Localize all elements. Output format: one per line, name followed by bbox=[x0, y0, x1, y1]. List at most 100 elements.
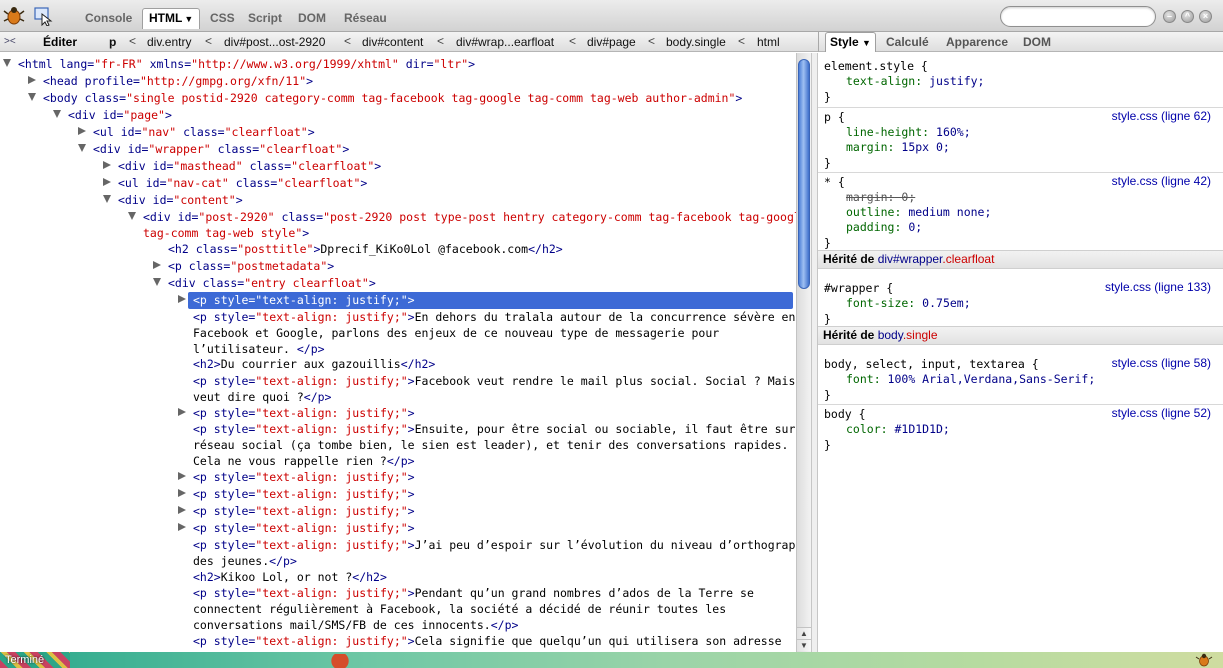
css-property[interactable]: font-size: 0.75em; bbox=[824, 296, 1219, 311]
inherited-element-link[interactable]: body bbox=[878, 328, 903, 342]
expand-twisty-icon[interactable] bbox=[178, 523, 186, 531]
dom-node-row[interactable]: <div id="masthead" class="clearfloat"> bbox=[0, 158, 796, 175]
collapse-twisty-icon[interactable] bbox=[53, 110, 61, 118]
html-panel-scrollbar[interactable]: ▲ ▼ bbox=[796, 53, 811, 652]
css-rule: p {style.css (ligne 62) line-height: 160%… bbox=[824, 109, 1219, 171]
panel-splitter[interactable] bbox=[811, 53, 818, 652]
firebug-status-icon[interactable] bbox=[1195, 653, 1213, 667]
expand-twisty-icon[interactable] bbox=[28, 76, 36, 84]
expand-twisty-icon[interactable] bbox=[178, 489, 186, 497]
tab-reseau[interactable]: Réseau bbox=[344, 9, 387, 27]
dom-node-row[interactable]: <p style="text-align: justify;"> bbox=[0, 405, 796, 422]
dom-node-row[interactable]: <p class="postmetadata"> bbox=[0, 258, 796, 275]
dom-node-row[interactable]: <p style="text-align: justify;"> bbox=[0, 469, 796, 486]
tab-console[interactable]: Console bbox=[85, 9, 132, 27]
tab-calcule[interactable]: Calculé bbox=[886, 34, 929, 50]
expand-twisty-icon[interactable] bbox=[153, 261, 161, 269]
dom-node-row[interactable]: <p style="text-align: justify;"> bbox=[0, 520, 796, 537]
dom-node-row[interactable]: <body class="single postid-2920 category… bbox=[0, 90, 796, 107]
search-input[interactable] bbox=[1000, 6, 1156, 27]
css-property[interactable]: margin: 0; bbox=[824, 190, 1219, 205]
css-property[interactable]: text-align: justify; bbox=[824, 74, 1219, 89]
css-source-link[interactable]: style.css (ligne 42) bbox=[1112, 174, 1211, 188]
minimize-button[interactable]: – bbox=[1163, 10, 1176, 23]
scroll-down-arrow[interactable]: ▼ bbox=[797, 639, 811, 651]
dom-node-row[interactable]: <p style="text-align: justify;">Facebook… bbox=[0, 373, 796, 404]
tab-html[interactable]: HTML ▼ bbox=[142, 8, 201, 29]
dom-node-row[interactable]: <ul id="nav" class="clearfloat"> bbox=[0, 124, 796, 141]
collapse-twisty-icon[interactable] bbox=[153, 278, 161, 286]
selected-node-row[interactable]: <p style="text-align: justify;"> bbox=[178, 292, 793, 309]
dom-node-row[interactable]: <p style="text-align: justify;">J’ai peu… bbox=[0, 537, 796, 568]
firebug-bug-icon[interactable] bbox=[3, 5, 25, 25]
crumb-div-page[interactable]: div#page bbox=[587, 34, 636, 50]
css-property-value: 160%; bbox=[929, 125, 971, 139]
dom-node-row[interactable]: <p style="text-align: justify;">Ensuite,… bbox=[0, 421, 796, 468]
crumb-div-wrapper[interactable]: div#wrap...earfloat bbox=[456, 34, 554, 50]
css-property[interactable]: line-height: 160%; bbox=[824, 125, 1219, 140]
css-close-brace: } bbox=[824, 388, 831, 402]
css-property[interactable]: margin: 15px 0; bbox=[824, 140, 1219, 155]
dom-node-row[interactable]: <p style="text-align: justify;"> bbox=[0, 503, 796, 520]
css-source-link[interactable]: style.css (ligne 133) bbox=[1105, 280, 1211, 294]
crumb-div-content[interactable]: div#content bbox=[362, 34, 423, 50]
dom-node-row[interactable]: <h2 class="posttitle">Dprecif_KiKo0Lol @… bbox=[0, 241, 796, 258]
crumb-p[interactable]: p bbox=[109, 34, 116, 50]
tab-style[interactable]: Style ▼ bbox=[825, 32, 876, 52]
dom-node-row[interactable]: <h2>Du courrier aux gazouillis</h2> bbox=[0, 356, 796, 373]
css-property[interactable]: font: 100% Arial,Verdana,Sans-Serif; bbox=[824, 372, 1219, 387]
crumb-div-post[interactable]: div#post...ost-2920 bbox=[224, 34, 325, 50]
tab-css[interactable]: CSS bbox=[210, 9, 235, 27]
css-property[interactable]: outline: medium none; bbox=[824, 205, 1219, 220]
collapse-twisty-icon[interactable] bbox=[3, 59, 11, 67]
dom-node-row[interactable]: <p style="text-align: justify;"> bbox=[0, 486, 796, 503]
tab-script[interactable]: Script bbox=[248, 9, 282, 27]
dom-node-row[interactable]: <p style="text-align: justify;">En dehor… bbox=[0, 309, 796, 356]
detach-button[interactable]: ^ bbox=[1181, 10, 1194, 23]
inspect-element-icon[interactable] bbox=[33, 6, 53, 26]
tab-side-dom[interactable]: DOM bbox=[1023, 34, 1051, 50]
css-source-link[interactable]: style.css (ligne 62) bbox=[1112, 109, 1211, 123]
scroll-up-arrow[interactable]: ▲ bbox=[797, 627, 811, 639]
tab-dom[interactable]: DOM bbox=[298, 9, 326, 27]
dom-node-row[interactable]: <div class="entry clearfloat"> bbox=[0, 275, 796, 292]
edit-button[interactable]: Éditer bbox=[43, 34, 77, 50]
close-button[interactable]: × bbox=[1199, 10, 1212, 23]
crumb-html[interactable]: html bbox=[757, 34, 780, 50]
expand-twisty-icon[interactable] bbox=[178, 472, 186, 480]
dom-node-row[interactable]: <div id="content"> bbox=[0, 192, 796, 209]
dom-node-row[interactable]: <html lang="fr-FR" xmlns="http://www.w3.… bbox=[0, 56, 796, 73]
css-property[interactable]: padding: 0; bbox=[824, 220, 1219, 235]
expand-collapse-icon[interactable]: >< bbox=[4, 35, 20, 49]
expand-twisty-icon[interactable] bbox=[78, 127, 86, 135]
expand-twisty-icon[interactable] bbox=[103, 161, 111, 169]
dom-node-row[interactable]: <div id="page"> bbox=[0, 107, 796, 124]
collapse-twisty-icon[interactable] bbox=[128, 212, 136, 220]
dom-node-row[interactable]: <div id="wrapper" class="clearfloat"> bbox=[0, 141, 796, 158]
crumb-body-single[interactable]: body.single bbox=[666, 34, 726, 50]
dom-node-row[interactable]: <head profile="http://gmpg.org/xfn/11"> bbox=[0, 73, 796, 90]
css-source-link[interactable]: style.css (ligne 58) bbox=[1112, 356, 1211, 370]
dom-node-row[interactable]: <ul id="nav-cat" class="clearfloat"> bbox=[0, 175, 796, 192]
style-panel[interactable]: element.style {text-align: justify;} p {s… bbox=[818, 53, 1223, 652]
dom-node-row[interactable]: <p style="text-align: justify;">Cela sig… bbox=[0, 633, 796, 650]
collapse-twisty-icon[interactable] bbox=[103, 195, 111, 203]
css-selector[interactable]: element.style { bbox=[824, 58, 1219, 74]
inherited-element-link[interactable]: div#wrapper bbox=[878, 252, 943, 266]
tab-apparence[interactable]: Apparence bbox=[946, 34, 1008, 50]
expand-twisty-icon[interactable] bbox=[178, 408, 186, 416]
dom-node-row[interactable]: <div id="post-2920" class="post-2920 pos… bbox=[0, 209, 796, 240]
dom-node-row[interactable]: <h2>Kikoo Lol, or not ?</h2> bbox=[0, 569, 796, 586]
collapse-twisty-icon[interactable] bbox=[28, 93, 36, 101]
css-source-link[interactable]: style.css (ligne 52) bbox=[1112, 406, 1211, 420]
css-property[interactable]: color: #1D1D1D; bbox=[824, 422, 1219, 437]
expand-twisty-icon[interactable] bbox=[178, 506, 186, 514]
html-tree-panel[interactable]: <html lang="fr-FR" xmlns="http://www.w3.… bbox=[0, 53, 796, 652]
scrollbar-thumb[interactable] bbox=[798, 59, 810, 289]
expand-twisty-icon[interactable] bbox=[178, 295, 186, 303]
inherited-label: Hérité de bbox=[823, 328, 878, 342]
dom-node-row[interactable]: <p style="text-align: justify;">Pendant … bbox=[0, 585, 796, 632]
expand-twisty-icon[interactable] bbox=[103, 178, 111, 186]
collapse-twisty-icon[interactable] bbox=[78, 144, 86, 152]
crumb-div-entry[interactable]: div.entry bbox=[147, 34, 191, 50]
